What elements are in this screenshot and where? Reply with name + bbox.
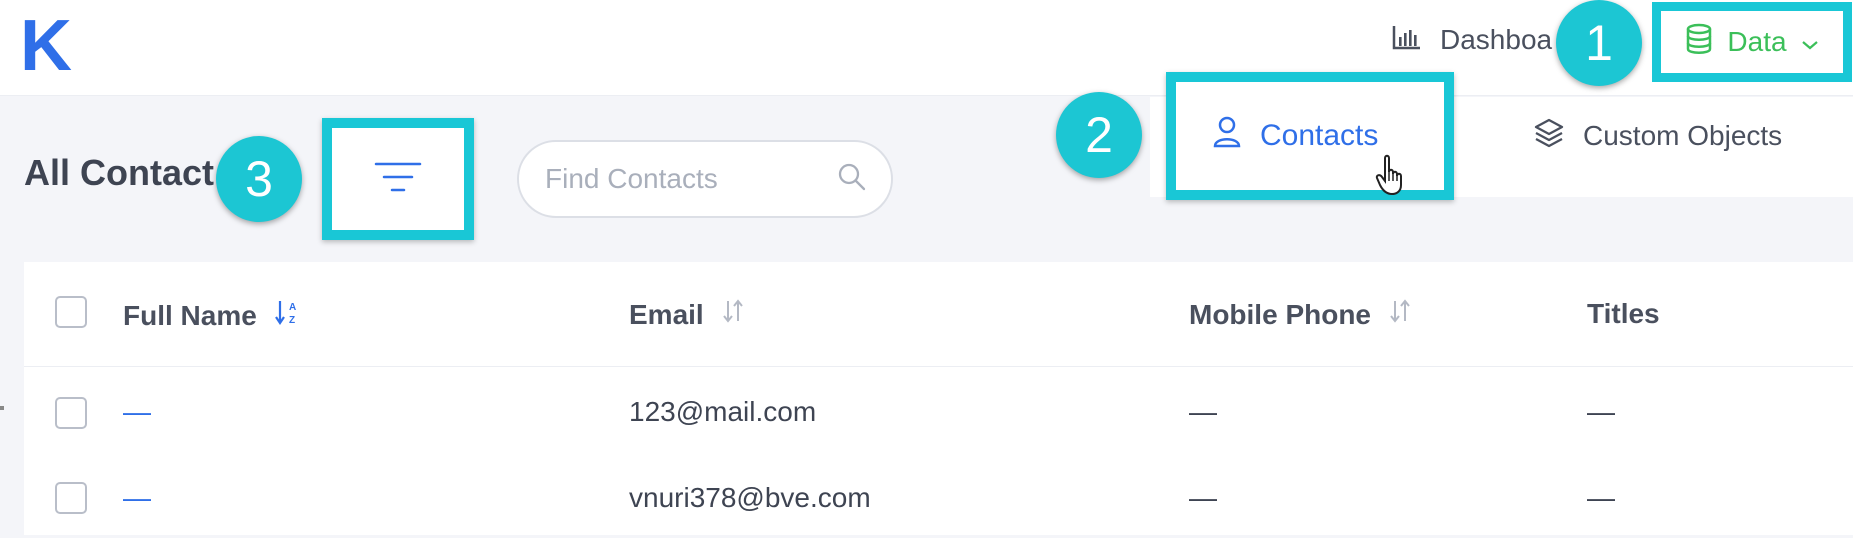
filter-lines-icon bbox=[374, 160, 422, 199]
select-all-checkbox[interactable] bbox=[55, 296, 87, 328]
bar-chart-icon bbox=[1392, 24, 1422, 57]
row-checkbox[interactable] bbox=[55, 397, 87, 429]
column-header-label: Titles bbox=[1587, 298, 1660, 329]
cell-full-name[interactable]: — bbox=[123, 482, 151, 514]
cell-email: vnuri378@bve.com bbox=[629, 482, 871, 513]
contacts-table: Full Name A Z Email Mobile Phone Titles … bbox=[24, 262, 1853, 535]
nav-data-dropdown[interactable]: Data bbox=[1652, 2, 1852, 82]
hand-pointer-icon bbox=[1374, 154, 1410, 204]
cell-email: 123@mail.com bbox=[629, 396, 817, 427]
nav-dashboard-label: Dashboa bbox=[1440, 24, 1553, 55]
step-badge-1: 1 bbox=[1556, 0, 1642, 86]
column-header-mobile-phone[interactable]: Mobile Phone bbox=[1189, 298, 1411, 331]
column-header-label: Mobile Phone bbox=[1189, 298, 1371, 330]
subnav-contacts-label: Contacts bbox=[1260, 119, 1379, 152]
step-badge-3: 3 bbox=[216, 136, 302, 222]
chevron-down-icon bbox=[1801, 26, 1819, 58]
table-row[interactable]: — 123@mail.com — — bbox=[24, 366, 1853, 452]
subnav-custom-objects-label: Custom Objects bbox=[1583, 120, 1783, 151]
row-checkbox[interactable] bbox=[55, 482, 87, 514]
page-title: All Contact bbox=[24, 152, 215, 193]
sort-icon[interactable] bbox=[1389, 298, 1411, 331]
table-row[interactable]: — vnuri378@bve.com — — bbox=[24, 452, 1853, 538]
cell-titles: — bbox=[1587, 482, 1615, 513]
step-badge-2: 2 bbox=[1056, 92, 1142, 178]
column-header-full-name[interactable]: Full Name A Z bbox=[123, 298, 301, 333]
search-input[interactable] bbox=[543, 162, 837, 196]
filter-button[interactable] bbox=[322, 118, 474, 240]
table-header: Full Name A Z Email Mobile Phone Titles bbox=[24, 262, 1853, 367]
column-header-email[interactable]: Email bbox=[629, 298, 744, 331]
app-logo[interactable]: K bbox=[20, 6, 72, 86]
person-icon bbox=[1212, 116, 1242, 156]
subnav-custom-objects-tab[interactable]: Custom Objects bbox=[1533, 116, 1782, 156]
column-header-titles[interactable]: Titles bbox=[1587, 298, 1660, 330]
side-edge-marker bbox=[0, 406, 4, 410]
cell-mobile-phone: — bbox=[1189, 396, 1217, 427]
search-icon[interactable] bbox=[837, 162, 867, 197]
column-header-label: Full Name bbox=[123, 299, 257, 331]
nav-dashboard[interactable]: Dashboa bbox=[1392, 20, 1552, 60]
subnav-contacts-tab[interactable]: Contacts bbox=[1166, 72, 1454, 200]
layers-icon bbox=[1533, 117, 1565, 156]
nav-data-label: Data bbox=[1727, 26, 1787, 57]
cell-titles: — bbox=[1587, 396, 1615, 427]
cell-full-name[interactable]: — bbox=[123, 396, 151, 428]
svg-text:A: A bbox=[289, 302, 296, 313]
sort-alpha-icon[interactable]: A Z bbox=[274, 298, 301, 333]
database-icon bbox=[1685, 23, 1713, 62]
column-header-label: Email bbox=[629, 298, 704, 330]
sort-icon[interactable] bbox=[722, 298, 744, 331]
search-box bbox=[517, 140, 893, 218]
cell-mobile-phone: — bbox=[1189, 482, 1217, 513]
svg-text:Z: Z bbox=[289, 315, 295, 326]
